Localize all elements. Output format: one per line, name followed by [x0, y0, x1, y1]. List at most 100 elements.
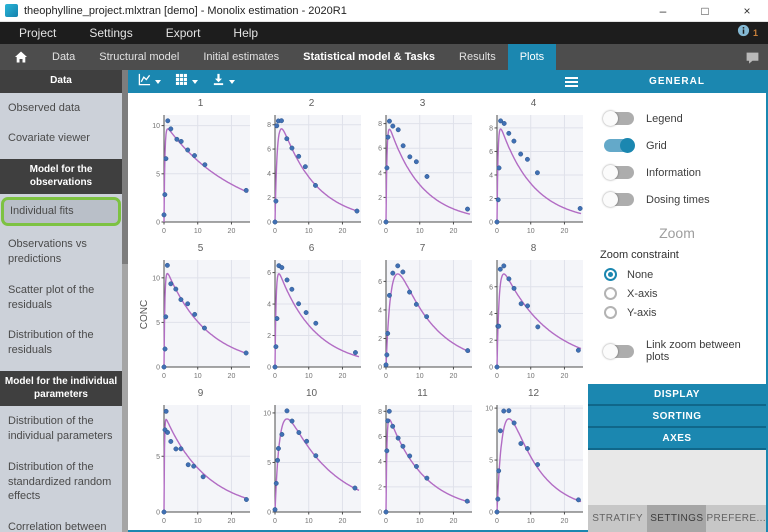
chevron-down-icon [192, 80, 198, 84]
radio-icon [604, 306, 617, 319]
display-section-header[interactable]: DISPLAY [588, 384, 766, 406]
toggle-grid-toggle[interactable] [604, 139, 634, 152]
individual-fit-plot-3[interactable]: 30246801020 [368, 97, 477, 242]
plot-title: 7 [368, 242, 477, 255]
export-button[interactable] [212, 73, 235, 91]
panel-tab-stratify[interactable]: STRATIFY [588, 505, 647, 532]
panel-tab-prefere[interactable]: PREFERE... [706, 505, 766, 532]
tab-statistical-model-tasks[interactable]: Statistical model & Tasks [291, 44, 447, 70]
menu-item-export[interactable]: Export [152, 26, 215, 40]
plot-svg: 051001020 [479, 400, 588, 527]
sidebar-item-distribution-of-the-residuals[interactable]: Distribution of the residuals [0, 320, 122, 366]
svg-text:0: 0 [156, 220, 160, 227]
svg-text:20: 20 [339, 228, 347, 235]
chevron-down-icon [229, 80, 235, 84]
info-icon[interactable] [737, 24, 750, 42]
zoom-constraint-none[interactable]: None [588, 265, 766, 284]
svg-text:10: 10 [305, 228, 313, 235]
individual-fit-plot-10[interactable]: 10051001020 [257, 387, 366, 532]
svg-text:0: 0 [489, 510, 493, 517]
svg-text:0: 0 [489, 365, 493, 372]
plot-title: 4 [479, 97, 588, 110]
svg-text:0: 0 [495, 518, 499, 525]
individual-fit-plot-4[interactable]: 40246801020 [479, 97, 588, 242]
plot-svg: 0501020 [146, 400, 255, 527]
menu-item-settings[interactable]: Settings [75, 26, 146, 40]
plot-svg: 024601020 [479, 255, 588, 382]
zoom-section-title: Zoom [588, 225, 766, 241]
notification-area[interactable]: 1 [737, 24, 768, 42]
individual-fit-plot-9[interactable]: 90501020 [146, 387, 255, 532]
toggle-dosing-times-toggle[interactable] [604, 193, 634, 206]
close-button[interactable]: × [726, 0, 768, 22]
sidebar-item-distribution-of-the-standardized-random-effects[interactable]: Distribution of the standardized random … [0, 452, 122, 513]
tab-plots[interactable]: Plots [508, 44, 556, 70]
individual-fit-plot-1[interactable]: 1051001020 [146, 97, 255, 242]
plot-type-icon [138, 73, 151, 91]
radio-icon [604, 268, 617, 281]
radio-label: X-axis [627, 288, 658, 300]
individual-fit-plot-12[interactable]: 12051001020 [479, 387, 588, 532]
sidebar-item-individual-fits[interactable]: Individual fits [1, 197, 121, 226]
subplot-layout-button[interactable] [175, 73, 198, 91]
plot-title: 8 [479, 242, 588, 255]
tab-data[interactable]: Data [40, 44, 87, 70]
svg-text:20: 20 [561, 373, 569, 380]
sidebar-item-observed-data[interactable]: Observed data [0, 93, 122, 124]
sidebar-item-scatter-plot-of-the-residuals[interactable]: Scatter plot of the residuals [0, 275, 122, 321]
svg-text:0: 0 [162, 228, 166, 235]
toggle-information-toggle[interactable] [604, 166, 634, 179]
svg-text:10: 10 [194, 373, 202, 380]
tab-items: DataStructural modelInitial estimatesSta… [40, 44, 556, 70]
sidebar-section-model-for-the-observations: Model for the observations [0, 159, 122, 194]
general-section-header[interactable]: GENERAL [588, 70, 766, 93]
svg-text:20: 20 [561, 228, 569, 235]
sidebar-item-correlation-between-random-effects[interactable]: Correlation between random effects [0, 512, 122, 532]
plot-type-button[interactable] [138, 73, 161, 91]
plot-svg: 051001020 [257, 400, 366, 527]
plot-menu-icon[interactable] [565, 77, 578, 87]
svg-text:0: 0 [495, 228, 499, 235]
individual-fit-plot-7[interactable]: 7024601020 [368, 242, 477, 387]
svg-text:0: 0 [267, 365, 271, 372]
svg-text:4: 4 [489, 311, 493, 318]
link-zoom-toggle[interactable] [604, 345, 634, 358]
sidebar-item-distribution-of-the-individual-parameters[interactable]: Distribution of the individual parameter… [0, 406, 122, 452]
svg-text:2: 2 [378, 195, 382, 202]
sidebar-section-data: Data [0, 70, 122, 93]
menu-item-help[interactable]: Help [219, 26, 272, 40]
tab-initial-estimates[interactable]: Initial estimates [191, 44, 291, 70]
svg-text:0: 0 [384, 228, 388, 235]
menu-item-project[interactable]: Project [5, 26, 70, 40]
maximize-button[interactable]: □ [684, 0, 726, 22]
menubar: Project Settings Export Help 1 [0, 22, 768, 44]
export-icon [212, 73, 225, 91]
tab-structural-model[interactable]: Structural model [87, 44, 191, 70]
svg-text:4: 4 [267, 171, 271, 178]
home-icon[interactable] [0, 50, 40, 64]
svg-text:0: 0 [162, 518, 166, 525]
sidebar-section-model-for-the-individual-parameters: Model for the individual parameters [0, 371, 122, 406]
individual-fit-plot-6[interactable]: 6024601020 [257, 242, 366, 387]
individual-fit-plot-11[interactable]: 110246801020 [368, 387, 477, 532]
individual-fit-plot-5[interactable]: 5051001020 [146, 242, 255, 387]
toggle-legend-toggle[interactable] [604, 112, 634, 125]
sidebar-item-observations-vs-predictions[interactable]: Observations vs predictions [0, 229, 122, 275]
sorting-section-header[interactable]: SORTING [588, 406, 766, 428]
zoom-constraint-x-axis[interactable]: X-axis [588, 284, 766, 303]
axes-section-header[interactable]: AXES [588, 428, 766, 450]
zoom-constraint-y-axis[interactable]: Y-axis [588, 303, 766, 322]
individual-fit-plot-8[interactable]: 8024601020 [479, 242, 588, 387]
chat-bubble-icon[interactable] [745, 50, 768, 65]
y-axis-label: CONC [139, 300, 150, 329]
titlebar: theophylline_project.mlxtran [demo] - Mo… [0, 0, 768, 22]
tab-results[interactable]: Results [447, 44, 508, 70]
panel-tab-settings[interactable]: SETTINGS [647, 505, 706, 532]
individual-fit-plot-2[interactable]: 20246801020 [257, 97, 366, 242]
sidebar-item-covariate-viewer[interactable]: Covariate viewer [0, 123, 122, 154]
notification-count: 1 [753, 28, 758, 38]
svg-text:10: 10 [485, 406, 493, 413]
svg-text:2: 2 [489, 196, 493, 203]
plot-svg: 024601020 [368, 255, 477, 382]
minimize-button[interactable]: – [642, 0, 684, 22]
